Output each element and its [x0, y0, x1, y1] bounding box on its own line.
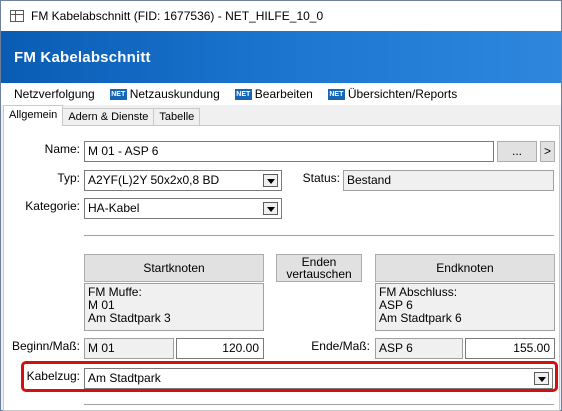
chevron-down-icon[interactable] — [263, 174, 278, 187]
menu-netzverfolgung[interactable]: Netzverfolgung — [14, 87, 95, 101]
startknoten-button[interactable]: Startknoten — [84, 254, 264, 282]
status-label: Status: — [302, 171, 340, 185]
button-line: vertauschen — [286, 267, 352, 281]
net-icon: NET — [327, 88, 345, 100]
chevron-down-icon[interactable] — [263, 202, 278, 215]
info-line: Am Stadtpark 6 — [379, 311, 462, 325]
ende-mass-label: Ende/Maß: — [311, 339, 370, 353]
kategorie-select[interactable]: HA-Kabel — [84, 198, 282, 219]
net-icon: NET — [109, 88, 127, 100]
beginn-node-field: M 01 — [84, 338, 174, 359]
enden-vertauschen-button[interactable]: Enden vertauschen — [276, 254, 362, 282]
start-node-info: FM Muffe: M 01 Am Stadtpark 3 — [84, 283, 264, 331]
ende-node-field: ASP 6 — [375, 338, 463, 359]
kategorie-label: Kategorie: — [25, 199, 80, 213]
menu-uebersichten-reports[interactable]: NET Übersichten/Reports — [327, 87, 458, 101]
tab-strip: Allgemein Adern & Dienste Tabelle — [3, 105, 201, 126]
endknoten-button[interactable]: Endknoten — [375, 254, 555, 282]
dialog-window: FM Kabelabschnitt (FID: 1677536) - NET_H… — [0, 0, 562, 411]
divider — [84, 235, 554, 236]
divider — [84, 404, 554, 405]
header-banner: FM Kabelabschnitt — [1, 31, 561, 83]
typ-label: Typ: — [57, 171, 80, 185]
typ-value: A2YF(L)2Y 50x2x0,8 BD — [88, 173, 220, 187]
menu-netzauskundung[interactable]: NET Netzauskundung — [109, 87, 220, 101]
name-field[interactable]: M 01 - ASP 6 — [84, 141, 494, 162]
title-bar: FM Kabelabschnitt (FID: 1677536) - NET_H… — [1, 1, 561, 31]
menu-label: Übersichten/Reports — [347, 87, 458, 101]
status-field: Bestand — [343, 170, 554, 191]
tab-adern-dienste[interactable]: Adern & Dienste — [62, 108, 155, 126]
menu-bearbeiten[interactable]: NET Bearbeiten — [234, 87, 313, 101]
highlight-box — [21, 361, 558, 392]
menu-bar: Netzverfolgung NET Netzauskundung NET Be… — [1, 83, 561, 105]
info-line: Am Stadtpark 3 — [88, 311, 171, 325]
menu-label: Bearbeiten — [254, 87, 313, 101]
net-icon: NET — [234, 88, 252, 100]
page-title: FM Kabelabschnitt — [14, 48, 151, 66]
beginn-mass-label: Beginn/Maß: — [11, 339, 80, 353]
name-label: Name: — [44, 142, 80, 156]
kategorie-value: HA-Kabel — [88, 201, 140, 215]
ende-mass-field[interactable]: 155.00 — [465, 338, 555, 359]
tab-allgemein[interactable]: Allgemein — [3, 105, 64, 126]
menu-label: Netzverfolgung — [14, 87, 95, 101]
window-title: FM Kabelabschnitt (FID: 1677536) - NET_H… — [31, 9, 324, 23]
table-icon — [10, 10, 24, 22]
tab-tabelle[interactable]: Tabelle — [153, 108, 201, 126]
beginn-mass-field[interactable]: 120.00 — [176, 338, 264, 359]
browse-button[interactable]: ... — [497, 141, 537, 162]
typ-select[interactable]: A2YF(L)2Y 50x2x0,8 BD — [84, 170, 282, 191]
end-node-info: FM Abschluss: ASP 6 Am Stadtpark 6 — [375, 283, 555, 331]
next-button[interactable]: > — [540, 141, 555, 162]
menu-label: Netzauskundung — [129, 87, 220, 101]
